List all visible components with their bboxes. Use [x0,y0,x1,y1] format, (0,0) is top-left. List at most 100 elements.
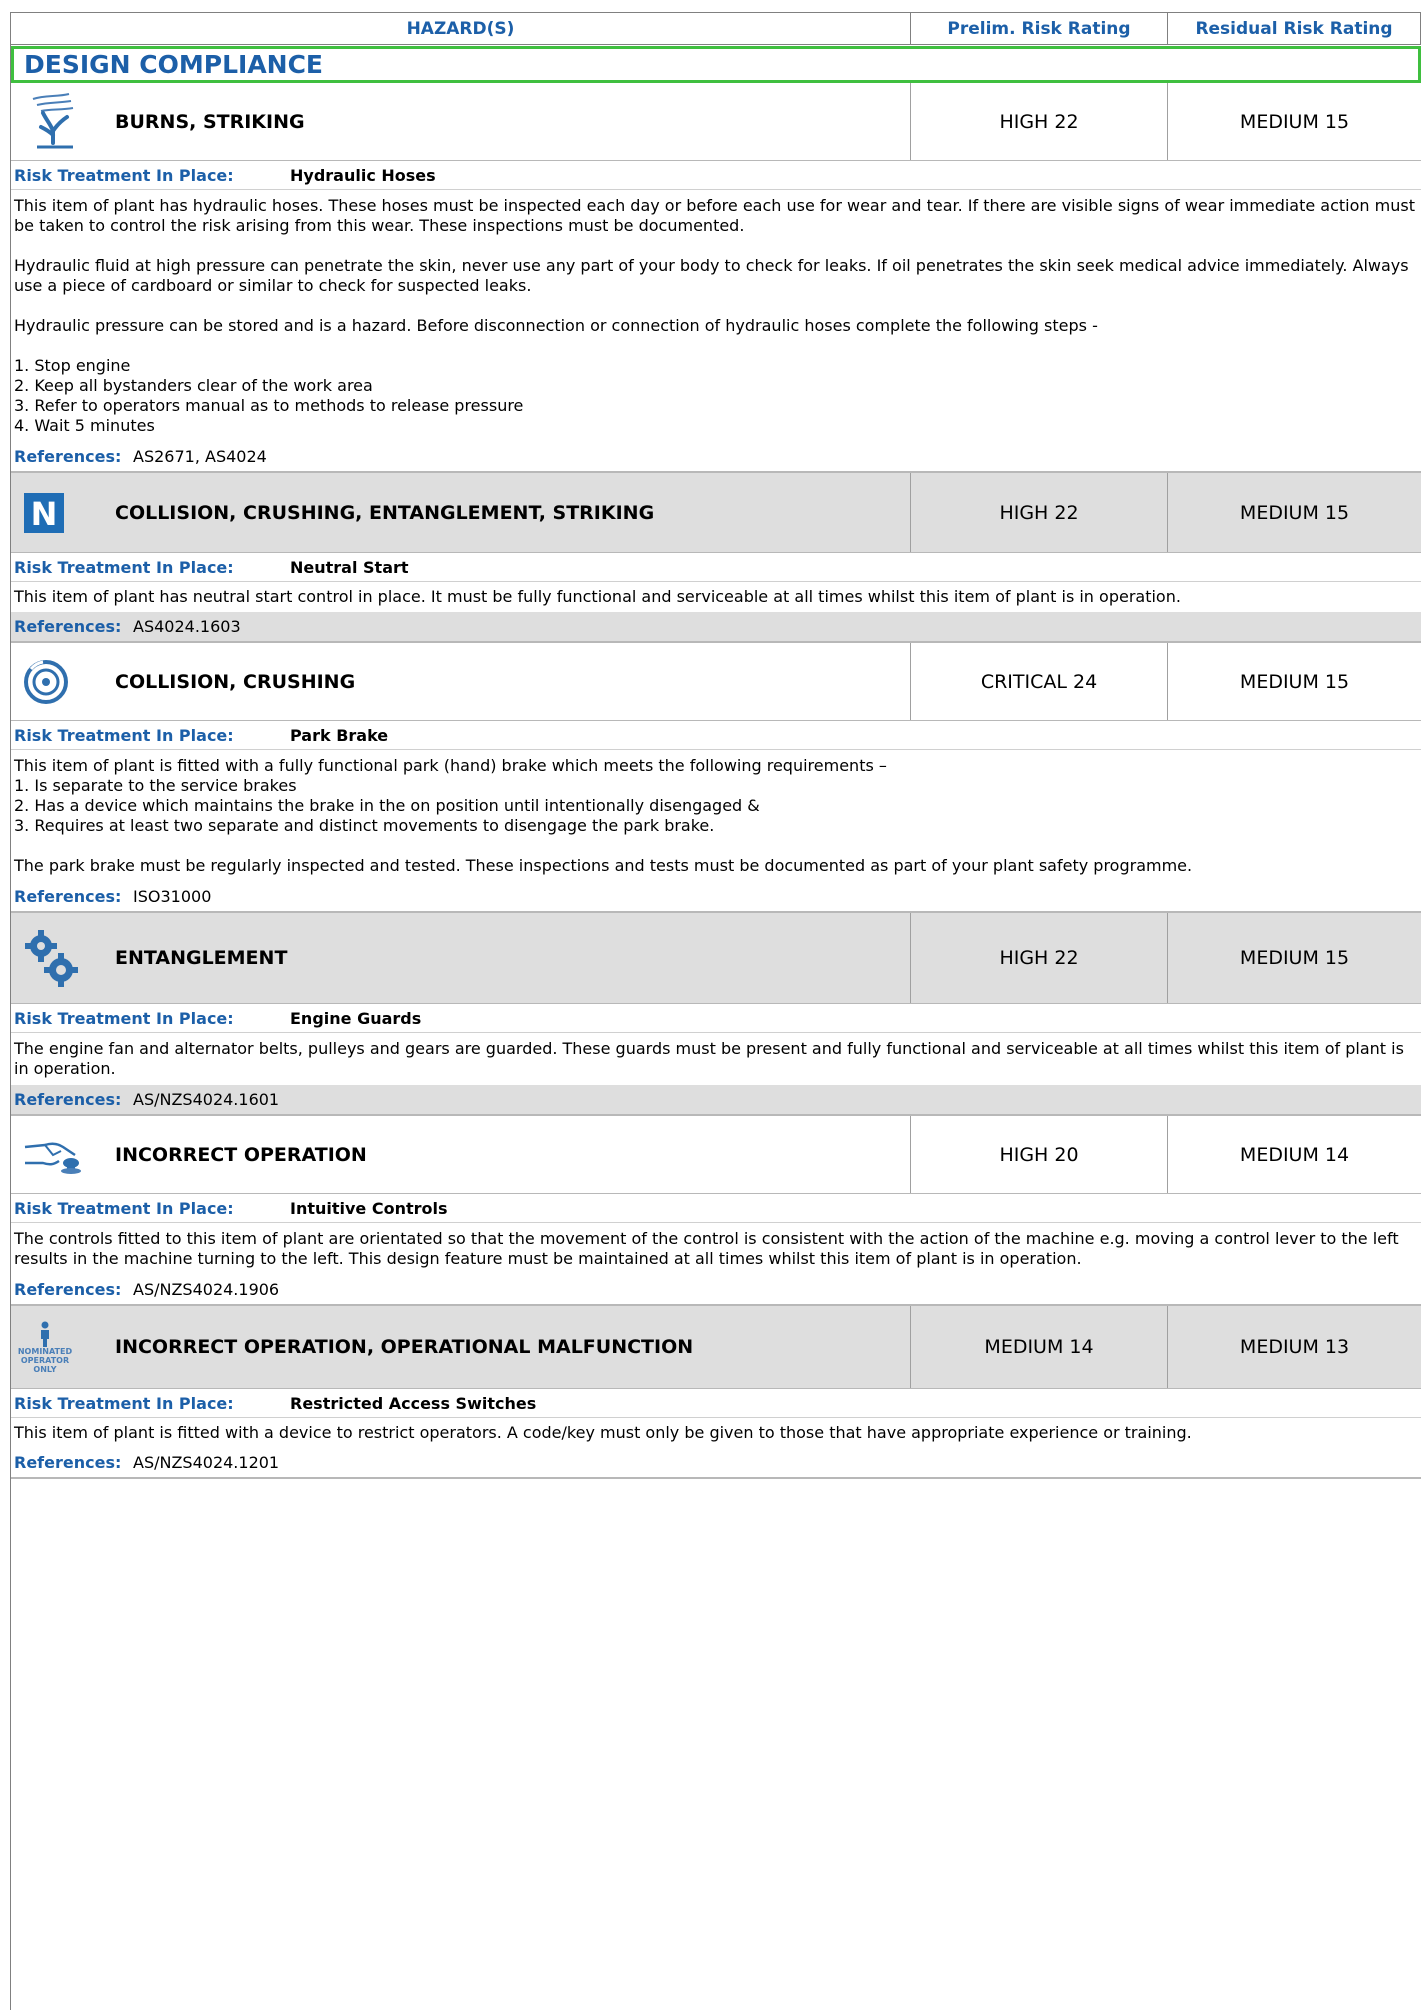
prelim-rating: HIGH 22 [911,473,1168,552]
description-line: Hydraulic pressure can be stored and is … [14,316,1098,335]
references-row: References: ISO31000 [11,882,1421,911]
neutral-start-icon: N [24,492,64,533]
treatment-description: This item of plant has hydraulic hoses. … [11,190,1421,442]
description-line: 1. Stop engine [14,356,131,375]
references-value: AS2671, AS4024 [133,447,267,466]
hazard-icon-cell [11,1116,115,1193]
treatment-description: The controls fitted to this item of plan… [11,1223,1421,1275]
references-value: AS/NZS4024.1906 [133,1280,280,1299]
description-line: The controls fitted to this item of plan… [14,1229,1399,1268]
treatment-description: This item of plant is fitted with a devi… [11,1418,1421,1448]
hazard-title: COLLISION, CRUSHING, ENTANGLEMENT, STRIK… [115,473,911,552]
icon-text-line: ONLY [33,1364,57,1374]
prelim-rating: HIGH 22 [911,913,1168,1003]
description-line: This item of plant has hydraulic hoses. … [14,196,1415,235]
prelim-rating: HIGH 20 [911,1116,1168,1193]
description-line: The park brake must be regularly inspect… [14,856,1193,875]
treatment-row: Risk Treatment In Place: Intuitive Contr… [11,1194,1421,1223]
prelim-rating: MEDIUM 14 [911,1306,1168,1388]
hazard-title: BURNS, STRIKING [115,83,911,160]
hazard-block: BURNS, STRIKING HIGH 22 MEDIUM 15 Risk T… [11,83,1421,473]
description-line: The engine fan and alternator belts, pul… [14,1039,1404,1078]
hazard-icon-cell: NOMINATED OPERATOR ONLY [11,1306,115,1388]
prelim-rating: HIGH 22 [911,83,1168,160]
references-value: AS4024.1603 [133,617,241,636]
hazard-title: INCORRECT OPERATION, OPERATIONAL MALFUNC… [115,1306,911,1388]
references-row: References: AS4024.1603 [11,612,1421,641]
hazard-block: INCORRECT OPERATION HIGH 20 MEDIUM 14 Ri… [11,1116,1421,1306]
residual-rating: MEDIUM 13 [1239,1336,1350,1358]
description-line: This item of plant is fitted with a devi… [14,1423,1192,1442]
treatment-value: Restricted Access Switches [290,1393,537,1413]
residual-rating: MEDIUM 15 [1239,670,1350,693]
residual-rating: MEDIUM 15 [1239,110,1350,133]
burn-hand-icon [32,92,74,148]
references-row: References: AS2671, AS4024 [11,442,1421,471]
references-label: References: [14,1280,122,1299]
description-line: 4. Wait 5 minutes [14,416,155,435]
treatment-label: Risk Treatment In Place: [14,557,234,577]
treatment-label: Risk Treatment In Place: [14,1198,234,1218]
references-label: References: [14,617,122,636]
residual-rating-column-header: Residual Risk Rating [1195,18,1393,39]
description-line: 3. Refer to operators manual as to metho… [14,396,524,415]
hazard-block: ENTANGLEMENT HIGH 22 MEDIUM 15 Risk Trea… [11,913,1421,1116]
residual-rating: MEDIUM 15 [1239,501,1350,524]
treatment-label: Risk Treatment In Place: [14,1393,234,1413]
hazard-title: INCORRECT OPERATION [115,1116,911,1193]
residual-rating: MEDIUM 14 [1239,1143,1350,1166]
hazard-icon-cell [11,913,115,1003]
references-label: References: [14,1090,122,1109]
references-row: References: AS/NZS4024.1601 [11,1085,1421,1114]
treatment-row: Risk Treatment In Place: Neutral Start [11,553,1421,582]
references-value: AS/NZS4024.1201 [133,1453,280,1472]
treatment-row: Risk Treatment In Place: Engine Guards [11,1004,1421,1033]
hazard-header-row: N COLLISION, CRUSHING, ENTANGLEMENT, STR… [11,473,1421,553]
references-label: References: [14,1453,122,1472]
description-line: 1. Is separate to the service brakes [14,776,297,795]
references-label: References: [14,887,122,906]
residual-rating: MEDIUM 15 [1239,947,1350,969]
nominated-operator-icon: NOMINATED OPERATOR ONLY [15,1321,75,1374]
treatment-row: Risk Treatment In Place: Restricted Acce… [11,1389,1421,1418]
hazard-header-row: COLLISION, CRUSHING CRITICAL 24 MEDIUM 1… [11,643,1421,721]
brake-disc-icon [24,659,68,704]
table-header: HAZARD(S) Prelim. Risk Rating Residual R… [11,12,1421,45]
treatment-description: This item of plant has neutral start con… [11,582,1421,612]
references-row: References: AS/NZS4024.1906 [11,1275,1421,1304]
person-figure [41,1321,49,1347]
icon-letter: N [31,495,58,533]
hazard-title: ENTANGLEMENT [115,913,911,1003]
hazard-header-row: BURNS, STRIKING HIGH 22 MEDIUM 15 [11,83,1421,161]
hazard-header-row: NOMINATED OPERATOR ONLY INCORRECT OPERAT… [11,1306,1421,1389]
prelim-rating: CRITICAL 24 [911,643,1168,720]
treatment-value: Neutral Start [290,557,409,577]
icon-text-line: OPERATOR [20,1355,70,1365]
prelim-rating-column-header: Prelim. Risk Rating [911,13,1168,44]
treatment-value: Hydraulic Hoses [290,165,436,185]
references-label: References: [14,447,122,466]
treatment-value: Intuitive Controls [290,1198,448,1218]
hazard-block: N COLLISION, CRUSHING, ENTANGLEMENT, STR… [11,473,1421,643]
gears-icon [25,930,78,987]
treatment-label: Risk Treatment In Place: [14,165,234,185]
hazards-column-header: HAZARD(S) [11,13,911,44]
treatment-value: Park Brake [290,725,389,745]
hazard-header-row: INCORRECT OPERATION HIGH 20 MEDIUM 14 [11,1116,1421,1194]
description-line: This item of plant is fitted with a full… [14,756,887,775]
section-title: DESIGN COMPLIANCE [11,46,1421,83]
hazard-header-row: ENTANGLEMENT HIGH 22 MEDIUM 15 [11,913,1421,1004]
hazard-icon-cell: N [11,473,115,552]
hazard-icon-cell [11,83,115,160]
treatment-label: Risk Treatment In Place: [14,725,234,745]
treatment-label: Risk Treatment In Place: [14,1008,234,1028]
description-line: This item of plant has neutral start con… [14,587,1181,606]
description-line: 2. Keep all bystanders clear of the work… [14,376,373,395]
treatment-description: The engine fan and alternator belts, pul… [11,1033,1421,1085]
hazard-icon-cell [11,643,115,720]
description-line: 2. Has a device which maintains the brak… [14,796,760,815]
treatment-row: Risk Treatment In Place: Hydraulic Hoses [11,161,1421,190]
treatment-value: Engine Guards [290,1008,422,1028]
risk-assessment-page: HAZARD(S) Prelim. Risk Rating Residual R… [10,12,1421,2010]
description-line: Hydraulic fluid at high pressure can pen… [14,256,1409,295]
